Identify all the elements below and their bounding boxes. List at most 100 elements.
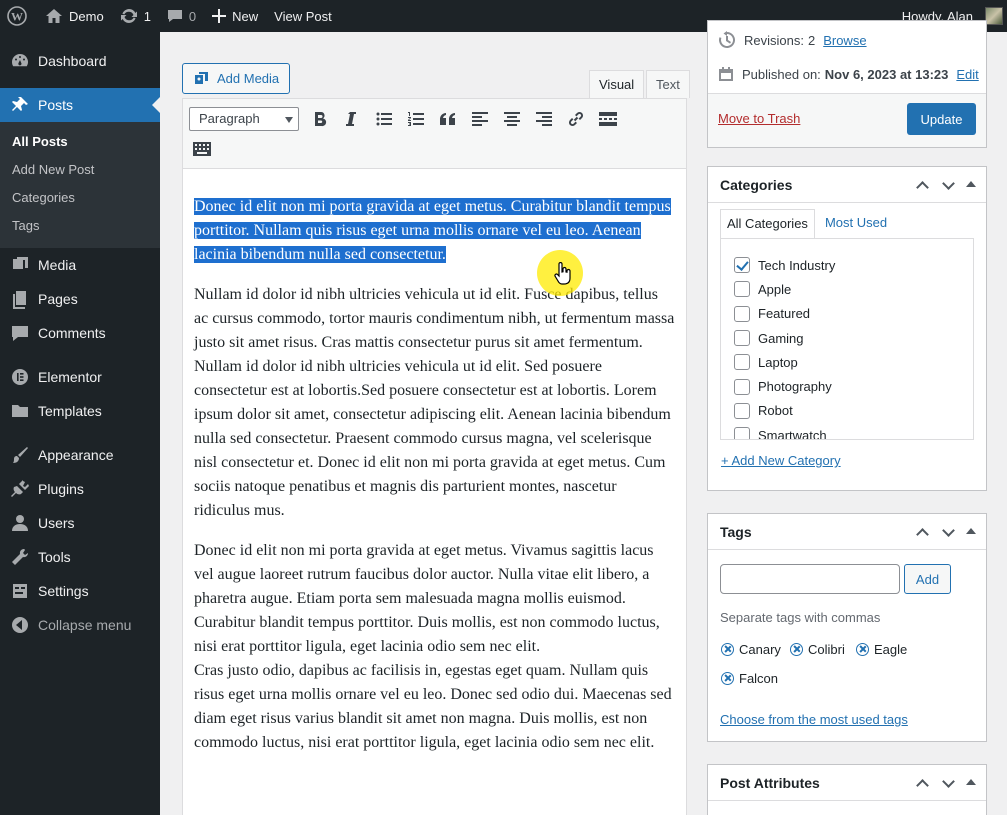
- sidebar-item-users[interactable]: Users: [0, 506, 160, 540]
- site-name-link[interactable]: Demo: [37, 0, 112, 32]
- tag-label: Falcon: [739, 671, 779, 686]
- move-down-icon[interactable]: [940, 775, 956, 791]
- sidebar-item-settings[interactable]: Settings: [0, 574, 160, 608]
- media-upload-icon: [195, 71, 208, 84]
- category-item[interactable]: Featured: [734, 302, 973, 326]
- updates-count: 1: [143, 8, 151, 24]
- toggle-panel-icon[interactable]: [966, 527, 976, 534]
- checkbox[interactable]: [734, 378, 750, 395]
- sidebar-item-comments[interactable]: Comments: [0, 316, 160, 350]
- wordpress-logo-icon[interactable]: W: [0, 0, 37, 32]
- sidebar-item-media[interactable]: Media: [0, 248, 160, 282]
- add-media-label: Add Media: [217, 71, 280, 86]
- sidebar-item-dashboard[interactable]: Dashboard: [0, 44, 160, 78]
- post-attributes-title: Post Attributes: [720, 774, 820, 791]
- checkbox[interactable]: [734, 330, 750, 347]
- checkbox[interactable]: [734, 305, 750, 322]
- wrench-icon: [12, 548, 29, 565]
- numbered-list-button[interactable]: [403, 106, 429, 132]
- add-media-button[interactable]: Add Media: [182, 63, 291, 94]
- remove-tag-icon[interactable]: [721, 672, 734, 685]
- move-down-icon[interactable]: [940, 524, 956, 540]
- checkbox[interactable]: [734, 354, 750, 371]
- checkbox[interactable]: [734, 281, 750, 298]
- view-post-link[interactable]: View Post: [266, 0, 340, 32]
- update-button[interactable]: Update: [907, 103, 976, 135]
- move-up-icon[interactable]: [914, 524, 930, 540]
- format-select[interactable]: Paragraph: [189, 107, 299, 131]
- sidebar-item-elementor[interactable]: Elementor: [0, 360, 160, 394]
- align-left-button[interactable]: [467, 106, 493, 132]
- site-name: Demo: [69, 8, 104, 24]
- align-center-button[interactable]: [499, 106, 525, 132]
- toolbar-toggle-button[interactable]: [189, 136, 215, 162]
- move-down-icon[interactable]: [940, 177, 956, 193]
- bullet-list-button[interactable]: [371, 106, 397, 132]
- category-tabs: All Categories Most Used: [720, 209, 893, 239]
- tab-text[interactable]: Text: [646, 70, 690, 98]
- comments-link[interactable]: 0: [159, 0, 204, 32]
- checkbox-checked[interactable]: [734, 257, 750, 274]
- updates-link[interactable]: 1: [112, 0, 159, 32]
- align-right-button[interactable]: [531, 106, 557, 132]
- category-checklist: Tech Industry Apple Featured Gaming Lapt…: [720, 238, 974, 440]
- checkbox[interactable]: [734, 402, 750, 419]
- browse-revisions-link[interactable]: Browse: [823, 33, 866, 48]
- sidebar-item-posts[interactable]: Posts: [0, 88, 160, 122]
- sidebar-item-plugins[interactable]: Plugins: [0, 472, 160, 506]
- add-new-category-link[interactable]: + Add New Category: [721, 453, 841, 468]
- publish-actions: Move to Trash Update: [708, 93, 986, 147]
- choose-most-used-tags-link[interactable]: Choose from the most used tags: [720, 712, 908, 727]
- toggle-panel-icon[interactable]: [966, 778, 976, 785]
- category-item[interactable]: Gaming: [734, 326, 973, 350]
- align-right-icon: [536, 112, 552, 126]
- sidebar-item-pages[interactable]: Pages: [0, 282, 160, 316]
- category-item[interactable]: Tech Industry: [734, 253, 973, 277]
- submenu-categories[interactable]: Categories: [0, 184, 160, 212]
- align-center-icon: [504, 112, 520, 126]
- category-item[interactable]: Robot: [734, 399, 973, 423]
- publish-box: Revisions: 2 Browse Published on: Nov 6,…: [707, 20, 987, 148]
- new-tag-input[interactable]: [720, 564, 900, 594]
- italic-button[interactable]: [338, 106, 364, 132]
- submenu-tags[interactable]: Tags: [0, 212, 160, 240]
- blockquote-button[interactable]: [435, 106, 461, 132]
- tab-most-used[interactable]: Most Used: [819, 209, 893, 239]
- remove-tag-icon[interactable]: [856, 643, 869, 656]
- remove-tag-icon[interactable]: [790, 643, 803, 656]
- sidebar-item-tools[interactable]: Tools: [0, 540, 160, 574]
- sidebar-label-tools: Tools: [38, 549, 71, 565]
- submenu-all-posts[interactable]: All Posts: [0, 128, 160, 156]
- sidebar-label-pages: Pages: [38, 291, 78, 307]
- add-tag-button[interactable]: Add: [904, 564, 951, 594]
- sidebar-label-users: Users: [38, 515, 75, 531]
- move-up-icon[interactable]: [914, 177, 930, 193]
- posts-submenu: All Posts Add New Post Categories Tags: [0, 122, 160, 248]
- bold-button[interactable]: [307, 106, 333, 132]
- new-content-link[interactable]: New: [204, 0, 266, 32]
- move-up-icon[interactable]: [914, 775, 930, 791]
- move-to-trash-link[interactable]: Move to Trash: [718, 111, 800, 126]
- category-item[interactable]: Apple: [734, 277, 973, 301]
- checkbox[interactable]: [734, 427, 750, 439]
- categories-header: Categories: [708, 167, 986, 203]
- category-item[interactable]: Photography: [734, 374, 973, 398]
- toggle-panel-icon[interactable]: [966, 180, 976, 187]
- editor-paragraph: Cras justo odio, dapibus ac facilisis in…: [194, 662, 672, 751]
- insert-link-button[interactable]: [563, 106, 589, 132]
- editor-content[interactable]: Donec id elit non mi porta gravida at eg…: [182, 169, 687, 815]
- settings-icon: [13, 584, 27, 598]
- tab-visual[interactable]: Visual: [589, 70, 645, 99]
- tab-all-categories[interactable]: All Categories: [720, 209, 815, 239]
- read-more-button[interactable]: [595, 106, 621, 132]
- edit-date-link[interactable]: Edit: [956, 67, 978, 82]
- category-item[interactable]: Smartwatch: [734, 423, 973, 439]
- collapse-icon: [12, 617, 28, 633]
- revisions-count: 2: [807, 32, 816, 48]
- category-item[interactable]: Laptop: [734, 350, 973, 374]
- sidebar-item-templates[interactable]: Templates: [0, 394, 160, 428]
- sidebar-item-appearance[interactable]: Appearance: [0, 438, 160, 472]
- remove-tag-icon[interactable]: [721, 643, 734, 656]
- sidebar-collapse-menu[interactable]: Collapse menu: [0, 608, 160, 642]
- submenu-add-new-post[interactable]: Add New Post: [0, 156, 160, 184]
